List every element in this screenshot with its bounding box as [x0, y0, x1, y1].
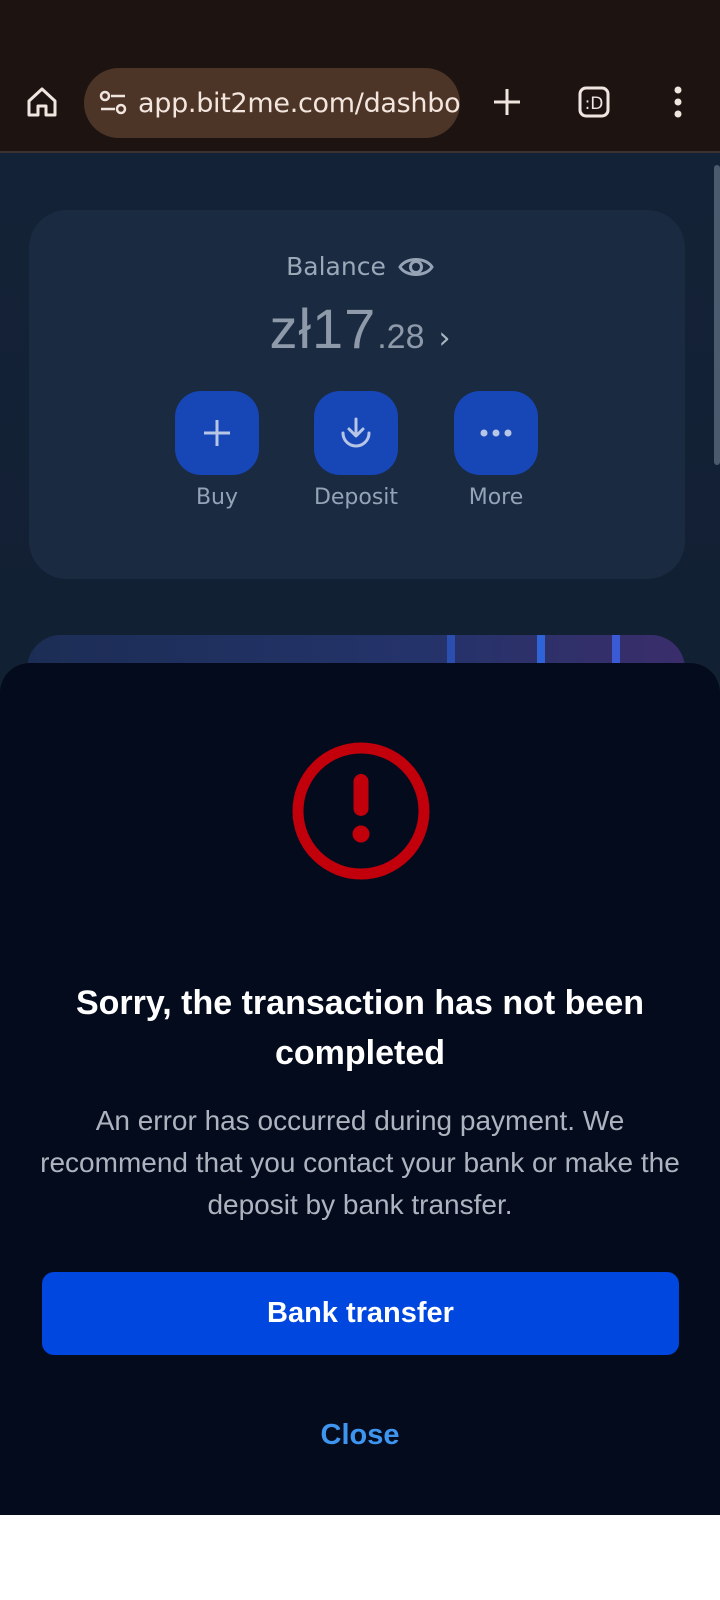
- more-button[interactable]: [454, 391, 538, 475]
- bottom-area: [0, 1515, 720, 1600]
- deposit-button[interactable]: [314, 391, 398, 475]
- eye-icon[interactable]: [398, 253, 434, 281]
- download-icon: [341, 417, 371, 448]
- buy-button[interactable]: [175, 391, 259, 475]
- bank-transfer-button[interactable]: Bank transfer: [42, 1272, 679, 1355]
- amount-whole: 17: [311, 297, 377, 360]
- browser-menu-button[interactable]: [654, 78, 702, 126]
- error-icon: [292, 742, 430, 880]
- chevron-right-icon: ›: [438, 321, 451, 356]
- more-vert-icon: [674, 86, 682, 118]
- balance-label: Balance: [286, 252, 386, 281]
- dialog-title: Sorry, the transaction has not been comp…: [75, 984, 645, 1072]
- balance-amount[interactable]: zł 17 .28 ›: [0, 296, 720, 361]
- home-icon: [27, 87, 57, 117]
- buy-action[interactable]: Buy: [152, 391, 282, 510]
- deposit-action[interactable]: Deposit: [291, 391, 421, 510]
- address-bar[interactable]: app.bit2me.com/dashboard: [84, 68, 460, 138]
- more-label: More: [468, 485, 524, 510]
- new-tab-button[interactable]: [483, 78, 531, 126]
- plus-icon: [494, 89, 520, 115]
- deposit-label: Deposit: [313, 485, 399, 510]
- currency-symbol: zł: [269, 297, 312, 360]
- tab-switcher-button[interactable]: :D: [570, 78, 618, 126]
- dialog-message: An error has occurred during payment. We…: [40, 1105, 680, 1220]
- plus-icon: [204, 420, 230, 446]
- home-button[interactable]: [18, 78, 66, 126]
- balance-header: Balance: [0, 252, 720, 281]
- more-action[interactable]: More: [431, 391, 561, 510]
- amount-cents: .28: [377, 318, 425, 356]
- url-text[interactable]: app.bit2me.com/dashboard: [138, 88, 460, 119]
- more-horiz-icon: [480, 429, 512, 437]
- svg-text::D: :D: [585, 94, 604, 114]
- close-button[interactable]: Close: [260, 1410, 460, 1460]
- tab-switcher-icon: :D: [578, 86, 610, 118]
- site-settings-icon[interactable]: [96, 86, 130, 120]
- buy-label: Buy: [195, 485, 239, 510]
